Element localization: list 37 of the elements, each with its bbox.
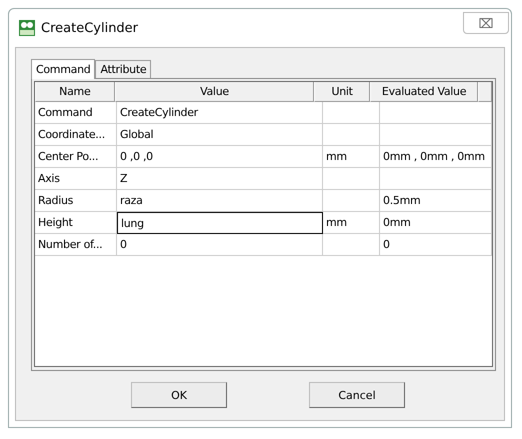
table-cell: Number of... (35, 234, 117, 256)
column-header[interactable]: Value (114, 82, 314, 102)
table-cell: CreateCylinder (117, 102, 323, 124)
close-button[interactable]: ⌧ (463, 12, 509, 34)
table-cell: 0.5mm (380, 190, 492, 212)
table-cell (323, 234, 380, 256)
tab[interactable]: Attribute (95, 60, 152, 78)
table-cell: Z (117, 168, 323, 190)
column-header[interactable]: Unit (314, 82, 370, 102)
column-header[interactable]: Name (35, 82, 115, 102)
column-header[interactable]: Evaluated Value (370, 82, 478, 102)
table-cell: 0 (380, 234, 492, 256)
table-cell: mm (323, 212, 380, 234)
table-cell (323, 124, 380, 146)
app-logo-icon (19, 20, 35, 36)
table-cell: Axis (35, 168, 117, 190)
table-cell: Center Po... (35, 146, 117, 168)
ok-button[interactable]: OK (131, 382, 227, 408)
window-title: CreateCylinder (41, 20, 138, 36)
column-header (478, 82, 492, 102)
table-cell: Coordinate... (35, 124, 117, 146)
table-cell: 0 ,0 ,0 (117, 146, 323, 168)
table-cell (323, 168, 380, 190)
table-cell: raza (117, 190, 323, 212)
table-cell (323, 190, 380, 212)
table-cell: mm (323, 146, 380, 168)
cancel-button[interactable]: Cancel (309, 382, 405, 408)
table-cell: 0 (117, 234, 323, 256)
table-cell: Height (35, 212, 117, 234)
tab[interactable]: Command (31, 59, 96, 79)
input-field[interactable]: lung (117, 212, 323, 234)
table-cell: 0mm , 0mm , 0mm (380, 146, 492, 168)
table-cell: Global (117, 124, 323, 146)
table-cell: Radius (35, 190, 117, 212)
table-cell: Command (35, 102, 117, 124)
table-cell (323, 102, 380, 124)
table-cell: 0mm (380, 212, 492, 234)
